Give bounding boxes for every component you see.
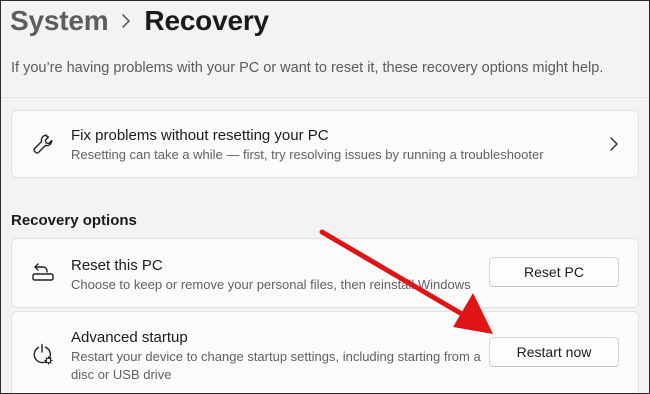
advanced-startup-icon	[30, 342, 56, 368]
breadcrumb: System Recovery	[10, 1, 269, 41]
header-divider	[1, 97, 649, 98]
reset-pc-card: Reset this PC Choose to keep or remove y…	[11, 238, 639, 308]
fix-problems-title: Fix problems without resetting your PC	[71, 127, 329, 144]
reset-pc-description: Choose to keep or remove your personal f…	[71, 277, 471, 292]
advanced-startup-card: Advanced startup Restart your device to …	[11, 311, 639, 393]
settings-window: System Recovery If you’re having problem…	[0, 0, 650, 394]
reset-pc-icon	[30, 259, 56, 285]
advanced-startup-description-line2: disc or USB drive	[71, 367, 172, 382]
recovery-options-heading: Recovery options	[11, 212, 137, 229]
fix-problems-card[interactable]: Fix problems without resetting your PC R…	[11, 110, 639, 178]
wrench-icon	[30, 131, 56, 157]
page-subtitle: If you’re having problems with your PC o…	[11, 60, 604, 76]
page-title: Recovery	[144, 5, 269, 36]
chevron-right-icon	[108, 14, 144, 28]
reset-pc-button[interactable]: Reset PC	[489, 257, 619, 287]
chevron-right-icon	[607, 135, 621, 153]
restart-now-button[interactable]: Restart now	[489, 337, 619, 367]
breadcrumb-system[interactable]: System	[10, 5, 109, 37]
advanced-startup-title: Advanced startup	[71, 329, 188, 346]
advanced-startup-description-line1: Restart your device to change startup se…	[71, 349, 481, 364]
fix-problems-description: Resetting can take a while — first, try …	[71, 147, 544, 162]
reset-pc-title: Reset this PC	[71, 257, 163, 274]
